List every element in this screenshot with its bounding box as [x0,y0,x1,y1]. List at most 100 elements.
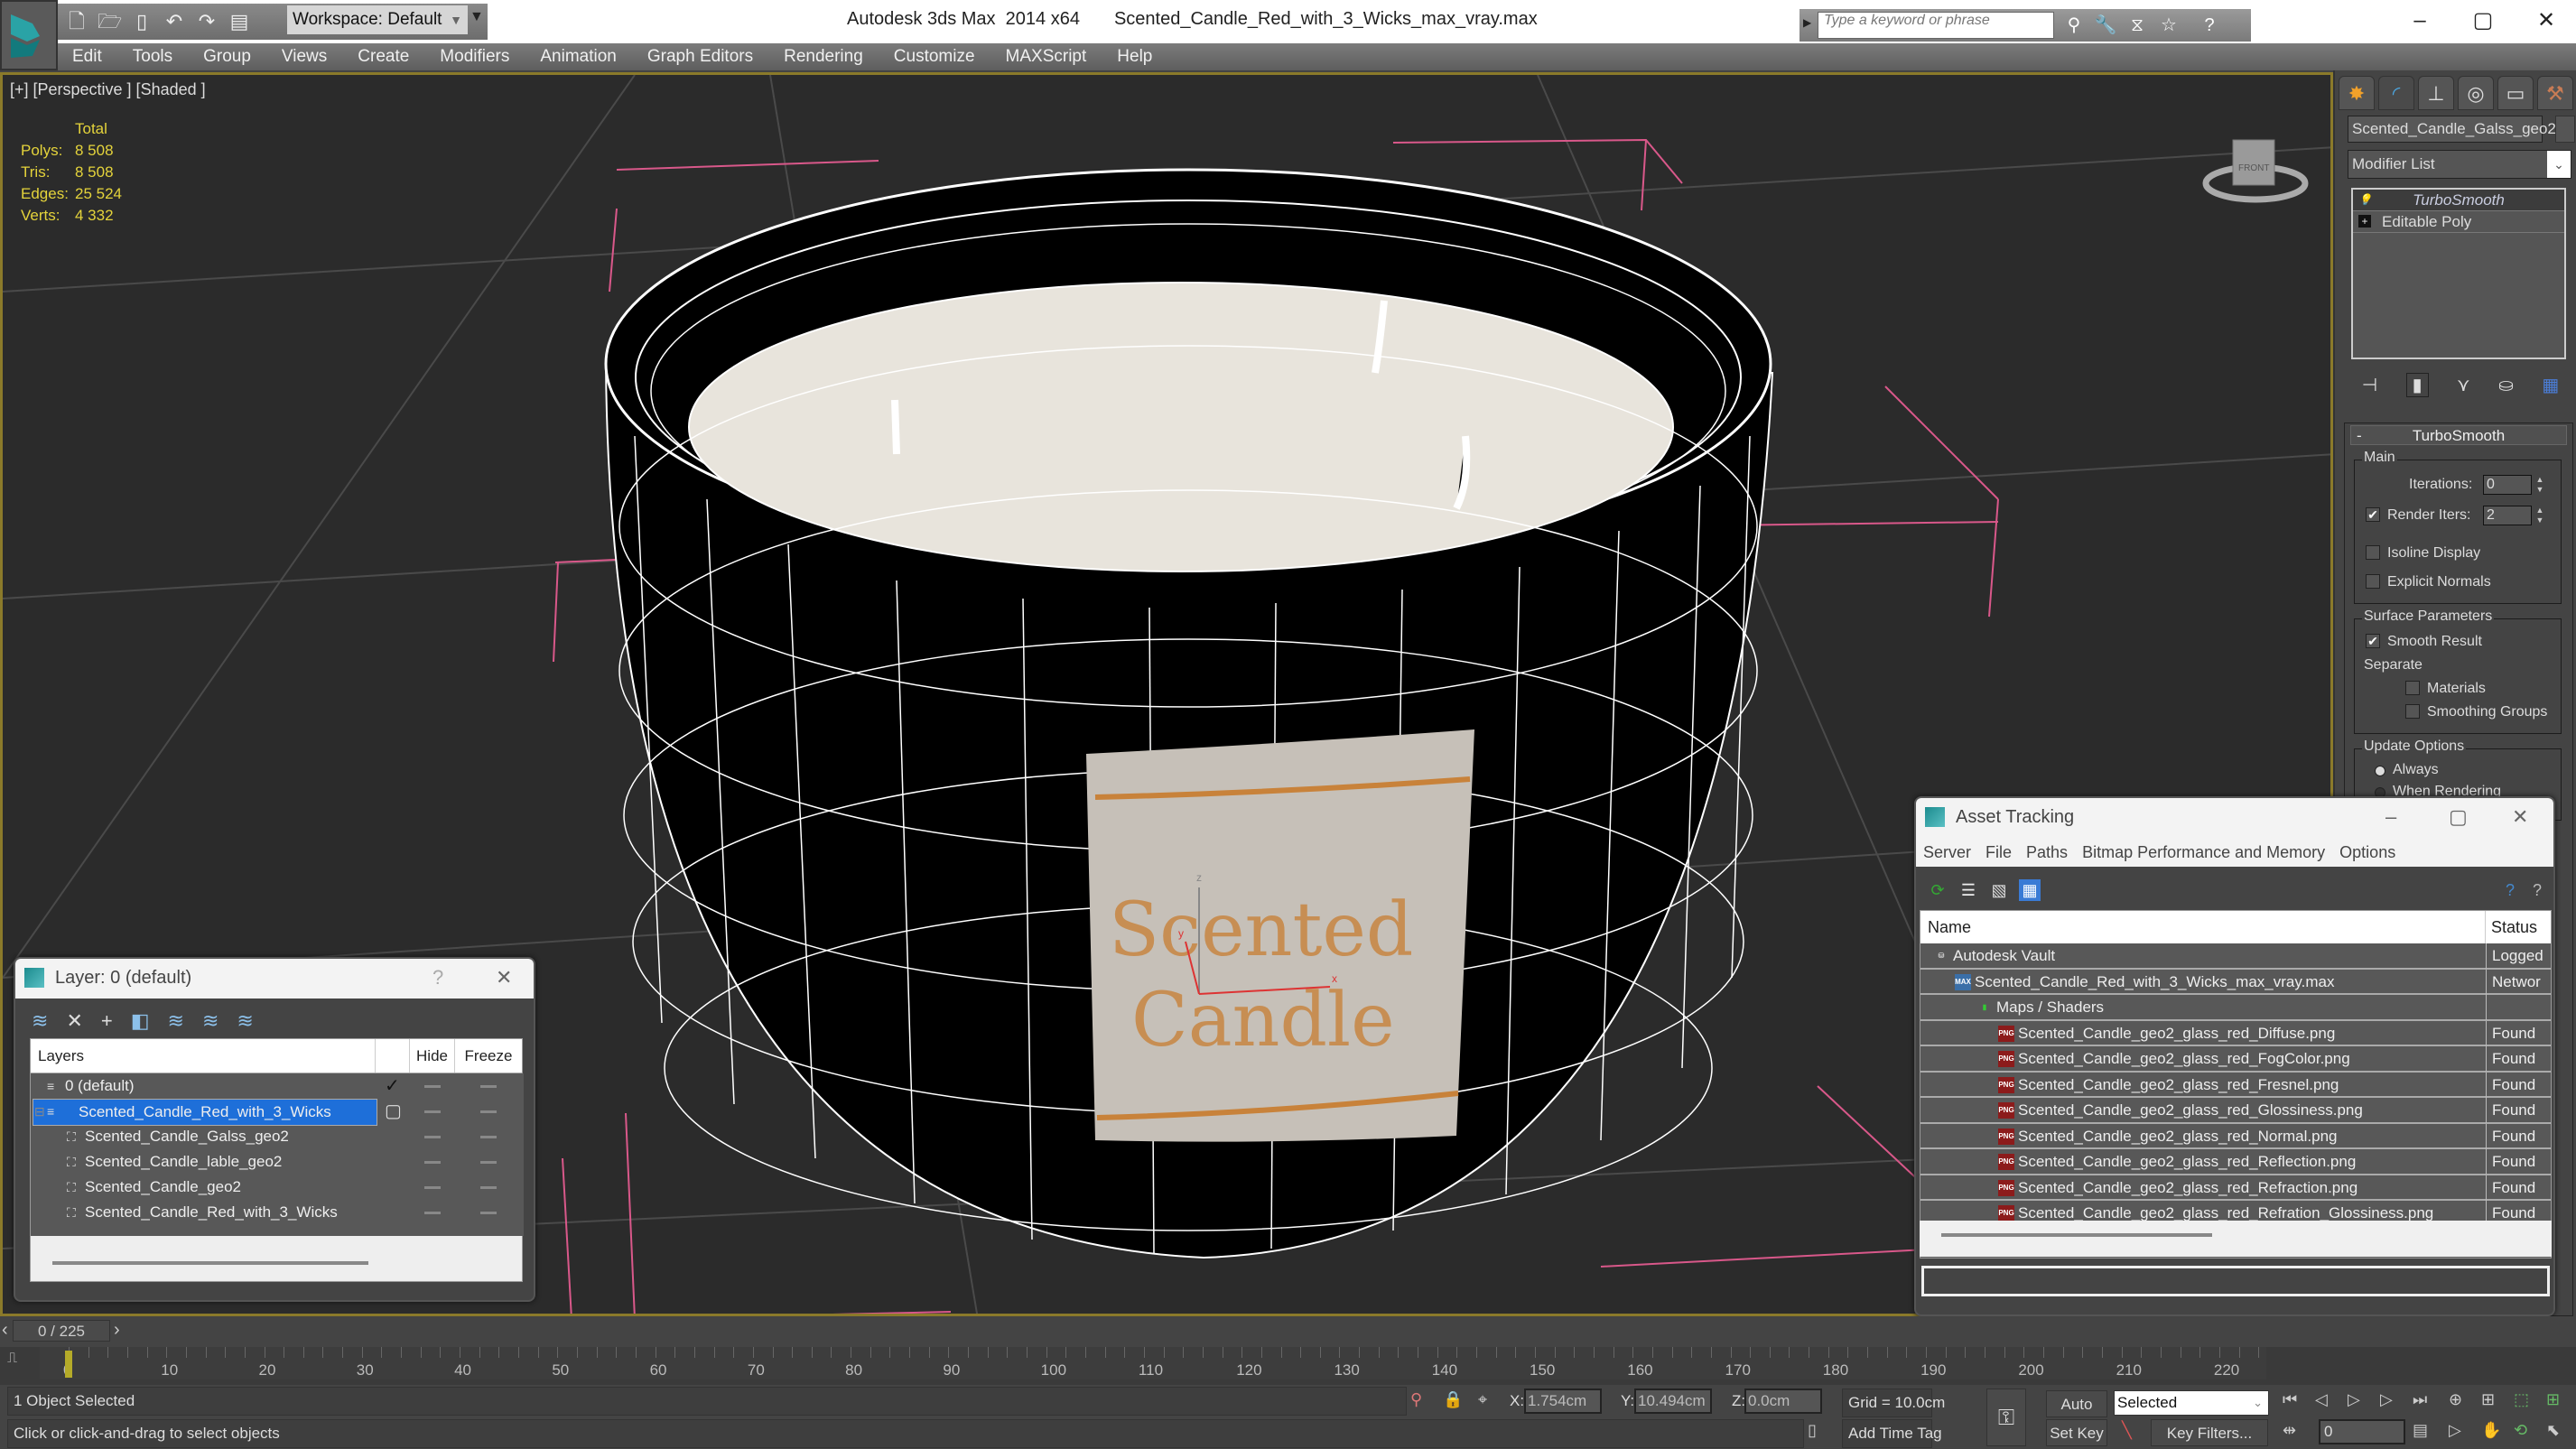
quick-access-more-icon[interactable]: ▼ [470,9,484,25]
asset-row[interactable]: PNG Scented_Candle_geo2_glass_red_Diffus… [1920,1020,2551,1046]
project-folder-icon[interactable]: ▤ [228,10,251,33]
asset-row[interactable]: PNG Scented_Candle_geo2_glass_red_Reflec… [1920,1149,2551,1175]
key-mode-toggle-icon[interactable]: ⇹ [2283,1421,2296,1440]
hide-toggle[interactable] [424,1212,441,1214]
scrollbar-thumb[interactable] [1941,1233,2212,1237]
smoothing-groups-checkbox[interactable] [2405,704,2420,719]
mini-curve-editor-icon[interactable]: ⎍ [7,1351,33,1378]
expand-arrow-icon[interactable]: ▶ [1803,16,1811,29]
freeze-toggle[interactable] [480,1110,497,1113]
render-iters-spinner[interactable]: 2 [2483,506,2532,525]
tree-view-icon[interactable]: ▧ [1988,879,2010,901]
column-freeze[interactable]: Freeze [455,1039,522,1073]
hide-toggle[interactable] [424,1110,441,1113]
new-layer-icon[interactable]: ≋ [32,1009,48,1033]
object-name-field[interactable]: Scented_Candle_Galss_geo2 [2348,116,2556,143]
maximize-button[interactable]: ▢ [2465,5,2501,36]
freeze-toggle[interactable] [480,1136,497,1138]
app-menu-button[interactable] [0,0,58,70]
viewcube[interactable]: FRONT [2197,120,2314,210]
hierarchy-tab-icon[interactable]: ⊥ [2418,76,2454,110]
track-bar[interactable]: ⎍ 01020304050607080901001101201301401501… [0,1347,2576,1385]
previous-key-icon[interactable]: ◁ [2315,1390,2328,1409]
time-tag-icon[interactable]: ▯ [1808,1421,1817,1440]
add-to-layer-icon[interactable]: + [101,1009,113,1033]
selection-lock-icon[interactable]: 🔒 [1443,1390,1463,1409]
column-name[interactable]: Name [1920,911,2486,943]
asset-row[interactable]: PNG Scented_Candle_geo2_glass_red_Fresne… [1920,1072,2551,1098]
explicit-normals-checkbox[interactable] [2366,574,2380,589]
menu-create[interactable]: Create [358,47,409,67]
column-current[interactable] [376,1039,410,1073]
menu-group[interactable]: Group [203,47,251,67]
show-end-result-icon[interactable]: ▮ [2405,372,2429,397]
redo-icon[interactable]: ↷ [195,10,219,33]
zoom-all-icon[interactable]: ⊞ [2481,1390,2495,1409]
go-to-end-icon[interactable]: ⏭ [2413,1390,2427,1409]
open-file-icon[interactable]: 🗁 [98,10,122,33]
favorites-icon[interactable]: ☆ [2156,13,2181,38]
column-layers[interactable]: Layers [31,1039,376,1073]
smooth-result-checkbox[interactable]: ✔ [2366,634,2380,648]
asset-row[interactable]: PNG Scented_Candle_geo2_glass_red_Refrac… [1920,1175,2551,1201]
isoline-display-checkbox[interactable] [2366,545,2380,560]
hide-toggle[interactable] [424,1186,441,1189]
go-to-start-icon[interactable]: ⏮ [2283,1390,2297,1409]
always-radio[interactable] [2375,766,2385,776]
hide-toggle[interactable] [424,1085,441,1088]
asset-menu-file[interactable]: File [1985,843,2012,862]
menu-customize[interactable]: Customize [894,47,975,67]
close-icon[interactable]: ✕ [2512,805,2528,829]
lightbulb-icon[interactable]: 💡 [2358,193,2372,206]
y-coordinate-field[interactable]: 10.494cm [1634,1389,1712,1414]
previous-frame-icon[interactable]: ‹ [2,1320,8,1341]
freeze-toggle[interactable] [480,1085,497,1088]
layer-row[interactable]: ⊟ ≡ Scented_Candle_Red_with_3_Wicks ▢ [31,1099,524,1126]
current-layer-check-icon[interactable]: ✓ [385,1073,400,1099]
modify-tab-icon[interactable]: ◜ [2378,76,2414,110]
menu-rendering[interactable]: Rendering [784,47,863,67]
create-tab-icon[interactable]: ✸ [2339,76,2375,110]
remove-modifier-icon[interactable]: ⛀ [2498,374,2514,396]
auto-key-button[interactable]: Auto Key [2046,1390,2107,1440]
asset-row[interactable]: ▮ Maps / Shaders [1920,995,2551,1021]
iterations-spinner-arrows[interactable]: ▲ ▼ [2535,475,2544,495]
menu-help[interactable]: Help [1117,47,1152,67]
table-view-icon[interactable]: ▦ [2019,879,2041,901]
configure-modifier-sets-icon[interactable]: ▦ [2542,374,2559,396]
set-key-mode-icon[interactable]: ⚿ [1986,1389,2026,1446]
horizontal-scrollbar[interactable] [52,1261,368,1265]
layer-object-row[interactable]: ⛶ Scented_Candle_geo2 [31,1175,524,1200]
current-layer-box-icon[interactable]: ▢ [385,1099,402,1124]
online-help-icon[interactable]: ? [2499,879,2521,901]
hide-toggle[interactable] [424,1161,441,1164]
layer-object-row[interactable]: ⛶ Scented_Candle_Red_with_3_Wicks [31,1200,524,1225]
hide-unhide-layers-icon[interactable]: ≋ [202,1009,219,1033]
time-slider[interactable]: ‹ 0 / 225 › [0,1316,2576,1343]
menu-graph-editors[interactable]: Graph Editors [647,47,753,67]
asset-menu-server[interactable]: Server [1923,843,1971,862]
help-icon[interactable]: ? [2197,13,2222,38]
delete-layer-icon[interactable]: ✕ [66,1009,82,1033]
search-input[interactable]: Type a keyword or phrase [1818,12,2054,39]
pin-stack-icon[interactable]: ⊣ [2362,374,2377,396]
render-iters-checkbox[interactable]: ✔ [2366,507,2380,522]
stack-item-turbosmooth[interactable]: 💡 TurboSmooth [2353,190,2564,211]
rollout-header[interactable]: - TurboSmooth [2350,425,2567,445]
workspace-dropdown[interactable]: Workspace: Default ▼ [287,5,468,34]
set-key-button[interactable]: Set Key [2046,1419,2107,1446]
layer-properties-icon[interactable]: ≋ [237,1009,253,1033]
close-button[interactable]: ✕ [2528,5,2564,36]
render-iters-spinner-arrows[interactable]: ▲ ▼ [2535,506,2544,525]
viewport-label-menu[interactable]: [+] [Perspective ] [Shaded ] [10,80,206,99]
new-file-icon[interactable]: 🗋 [65,10,88,33]
asset-window-titlebar[interactable]: Asset Tracking – ▢ ✕ [1916,798,2553,838]
asset-row[interactable]: PNG Scented_Candle_geo2_glass_red_FogCol… [1920,1046,2551,1073]
modifier-list-dropdown[interactable]: Modifier List ⌄ [2348,150,2571,179]
time-slider-thumb[interactable]: 0 / 225 [13,1320,110,1342]
minimize-button[interactable]: – [2402,5,2438,36]
z-coordinate-field[interactable]: 0.0cm [1744,1389,1822,1414]
next-frame-icon[interactable]: › [114,1320,120,1341]
absolute-mode-icon[interactable]: ⌖ [1478,1390,1487,1409]
freeze-toggle[interactable] [480,1212,497,1214]
